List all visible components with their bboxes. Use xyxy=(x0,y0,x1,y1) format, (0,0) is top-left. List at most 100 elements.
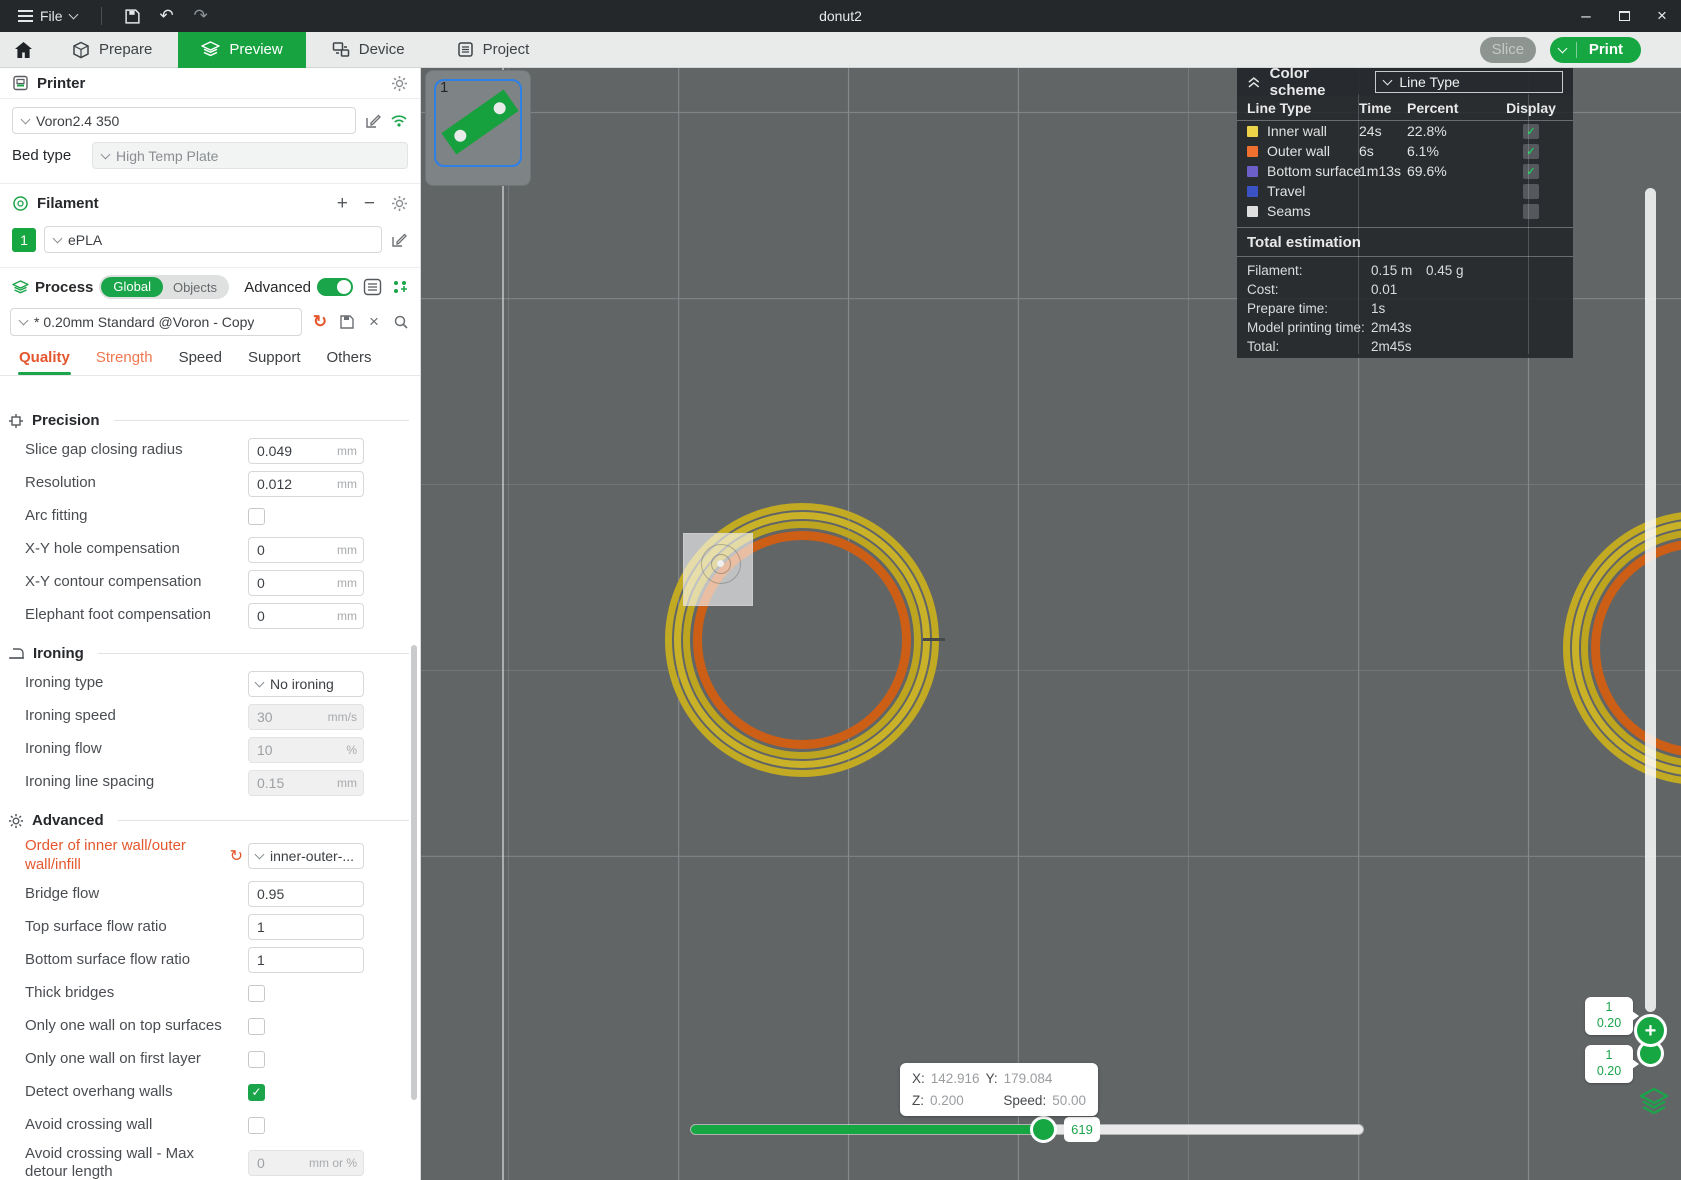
close-button[interactable]: × xyxy=(1643,0,1681,32)
filament-slot-badge[interactable]: 1 xyxy=(12,227,36,252)
save-preset-icon[interactable] xyxy=(338,314,356,330)
redo-icon[interactable]: ↷ xyxy=(186,6,216,26)
avoid-crossing-wall-checkbox[interactable] xyxy=(248,1116,265,1134)
slice-button[interactable]: Slice xyxy=(1479,36,1536,63)
xy-hole-compensation-input[interactable] xyxy=(249,541,337,558)
chevron-down-icon xyxy=(18,315,29,326)
search-icon[interactable] xyxy=(392,314,410,330)
collapse-panel-icon[interactable] xyxy=(1247,76,1261,89)
move-slider-track[interactable]: 619 xyxy=(691,1116,1363,1143)
home-icon xyxy=(14,41,32,58)
process-preset-name: * 0.20mm Standard @Voron - Copy xyxy=(34,314,255,330)
display-seams-checkbox[interactable] xyxy=(1523,203,1539,219)
resolution-input[interactable] xyxy=(249,475,337,492)
process-preset-select[interactable]: * 0.20mm Standard @Voron - Copy xyxy=(10,308,302,336)
elephant-foot-compensation-input[interactable] xyxy=(249,607,337,624)
undo-icon[interactable]: ↶ xyxy=(152,6,182,26)
move-slider-thumb[interactable] xyxy=(1030,1116,1057,1143)
tab-device[interactable]: Device xyxy=(306,32,431,68)
only-one-wall-first-layer-checkbox[interactable] xyxy=(248,1050,265,1068)
save-icon[interactable] xyxy=(118,8,148,25)
bed-type-select[interactable]: High Temp Plate xyxy=(92,142,408,169)
layers-view-icon[interactable] xyxy=(1637,1086,1671,1118)
print-dropdown-chevron-icon[interactable] xyxy=(1550,43,1576,53)
setting-row: Ironing flow % xyxy=(25,736,420,763)
parameter-table-icon[interactable] xyxy=(363,278,382,296)
tab-speed[interactable]: Speed xyxy=(166,343,235,375)
bottom-surface-flow-ratio-input[interactable] xyxy=(249,952,363,968)
bridge-flow-input[interactable] xyxy=(249,886,363,902)
reset-preset-icon[interactable]: ↻ xyxy=(311,312,329,332)
display-bottom-surface-checkbox[interactable] xyxy=(1523,163,1539,179)
top-surface-flow-ratio-input[interactable] xyxy=(249,919,363,935)
display-outer-wall-checkbox[interactable] xyxy=(1523,143,1539,159)
inner-wall-color-swatch xyxy=(1247,125,1258,137)
tab-prepare[interactable]: Prepare xyxy=(46,32,178,68)
viewport-3d[interactable]: 1 Color scheme Line Type Line Type Time … xyxy=(421,68,1681,1180)
printer-select[interactable]: Voron2.4 350 xyxy=(12,107,356,134)
slice-gap-closing-radius-input[interactable] xyxy=(249,442,337,459)
edit-filament-icon[interactable] xyxy=(390,232,408,248)
tab-support[interactable]: Support xyxy=(235,343,314,375)
setting-row: Ironing speed mm/s xyxy=(25,703,420,730)
panel-scrollbar[interactable] xyxy=(411,645,417,1100)
home-button[interactable] xyxy=(0,32,46,68)
tab-quality[interactable]: Quality xyxy=(6,343,83,375)
thick-bridges-checkbox[interactable] xyxy=(248,984,265,1002)
tab-preview[interactable]: Preview xyxy=(178,31,306,68)
arc-fitting-checkbox[interactable] xyxy=(248,508,265,525)
layers-icon xyxy=(201,41,221,57)
remove-filament-button[interactable]: − xyxy=(364,194,375,213)
setting-row: Ironing type No ironing xyxy=(25,670,420,697)
delete-preset-icon[interactable]: × xyxy=(365,312,383,332)
advanced-toggle[interactable] xyxy=(317,278,353,296)
settings-scroll-area[interactable]: Precision Slice gap closing radius mm Re… xyxy=(0,392,420,1180)
chevron-down-icon xyxy=(20,114,31,124)
filament-select[interactable]: ePLA xyxy=(44,226,382,253)
file-menu-button[interactable]: File xyxy=(10,3,85,29)
tab-project[interactable]: Project xyxy=(431,32,556,68)
main-tab-bar: Prepare Preview Device Project Slice Pri… xyxy=(0,31,1681,68)
process-section-header: Process Global Objects Advanced xyxy=(0,272,420,302)
process-compare-icon[interactable] xyxy=(392,279,408,295)
view-mode-value: Line Type xyxy=(1399,74,1460,90)
setting-row: Only one wall on top surfaces xyxy=(25,1013,420,1040)
display-travel-checkbox[interactable] xyxy=(1523,183,1539,199)
add-filament-button[interactable]: + xyxy=(337,194,348,213)
printer-settings-gear-icon[interactable] xyxy=(391,75,408,92)
filament-section-title: Filament xyxy=(37,194,99,212)
wifi-icon[interactable] xyxy=(390,113,408,128)
only-one-wall-top-checkbox[interactable] xyxy=(248,1017,265,1035)
filament-settings-gear-icon[interactable] xyxy=(391,195,408,212)
display-inner-wall-checkbox[interactable] xyxy=(1523,123,1539,139)
tab-others[interactable]: Others xyxy=(314,343,385,375)
wall-order-select[interactable]: inner-outer-... xyxy=(248,842,364,869)
edit-printer-icon[interactable] xyxy=(364,113,382,129)
detect-overhang-walls-checkbox[interactable] xyxy=(248,1083,265,1101)
plate-thumbnail[interactable]: 1 xyxy=(425,70,531,186)
layer-slider-track[interactable] xyxy=(1645,188,1656,1012)
maximize-button[interactable] xyxy=(1605,0,1643,32)
toolpath-donut-clipped[interactable] xyxy=(1560,508,1681,788)
toolbar-divider xyxy=(100,7,102,25)
estimation-row-total: Total: 2m45s xyxy=(1247,339,1412,354)
chevron-down-icon xyxy=(52,233,63,243)
setting-row: X-Y hole compensation mm xyxy=(25,536,420,563)
process-scope-segment[interactable]: Global Objects xyxy=(99,275,230,299)
print-button[interactable]: Print xyxy=(1549,36,1641,63)
reset-setting-icon[interactable]: ↻ xyxy=(230,846,243,866)
xy-contour-compensation-input[interactable] xyxy=(249,574,337,591)
window-title: donut2 xyxy=(819,8,862,24)
minimize-button[interactable]: – xyxy=(1567,0,1605,32)
segment-global[interactable]: Global xyxy=(101,277,163,297)
segment-objects[interactable]: Objects xyxy=(163,280,227,295)
view-mode-select[interactable]: Line Type xyxy=(1375,71,1564,93)
tab-strength[interactable]: Strength xyxy=(83,343,166,375)
tab-preview-label: Preview xyxy=(229,41,283,58)
ironing-type-select[interactable]: No ironing xyxy=(248,670,364,697)
legend-row-travel: Travel xyxy=(1237,181,1573,201)
color-scheme-panel: Color scheme Line Type Line Type Time Pe… xyxy=(1237,68,1573,358)
position-tooltip: X: 142.916 Y: 179.084 Z: 0.200 Speed: 50.00 xyxy=(900,1063,1098,1116)
precision-icon xyxy=(9,413,23,428)
seams-color-swatch xyxy=(1247,205,1258,217)
